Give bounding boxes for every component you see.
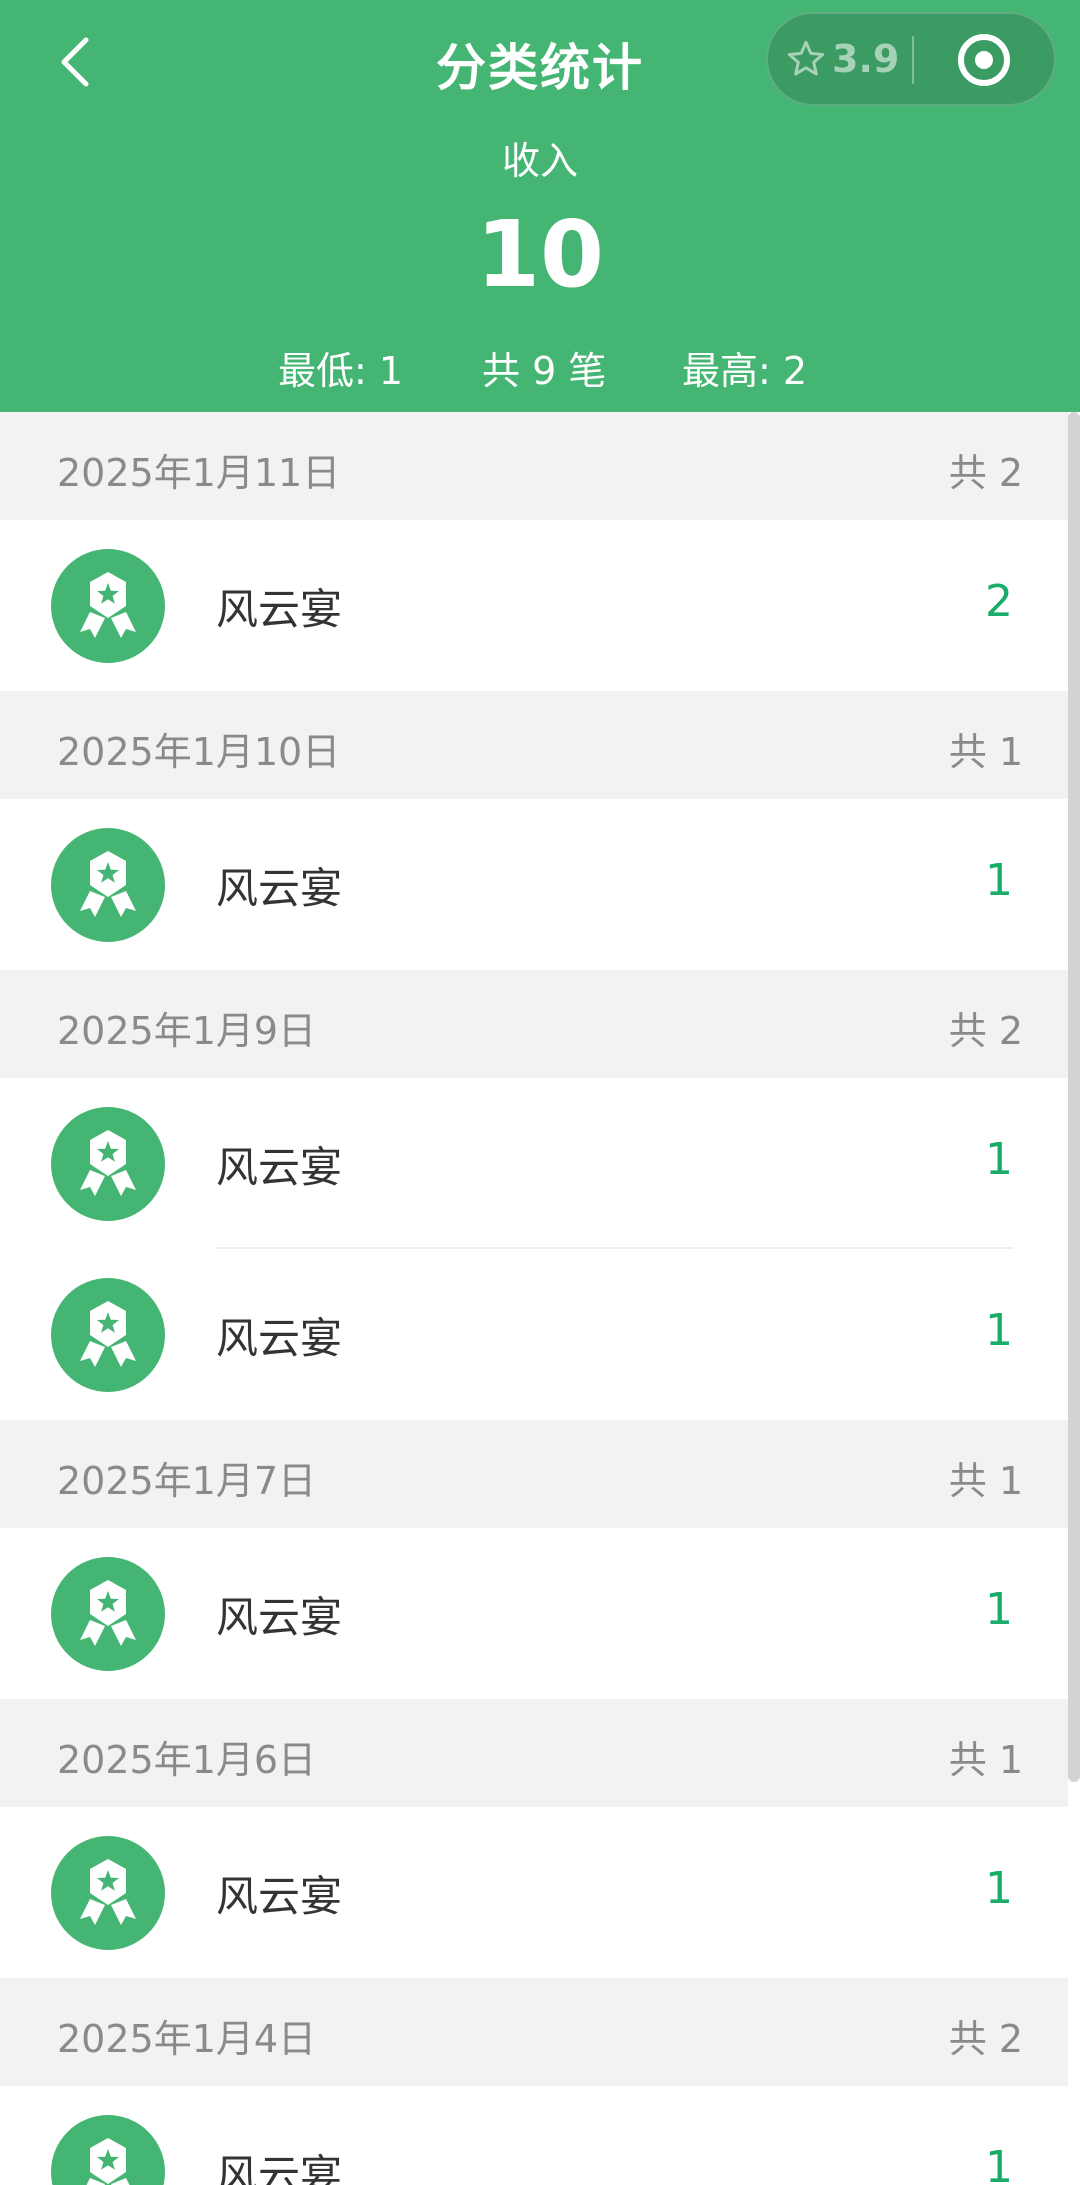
list-item[interactable]: 风云宴 1 (0, 1249, 1068, 1420)
scrollbar[interactable] (1068, 412, 1080, 1782)
date-group-header: 2025年1月6日 共 1 (0, 1699, 1068, 1807)
record-list: 2025年1月11日 共 2 风云宴 2 2025年1月10日 共 1 风云宴 … (0, 412, 1068, 2185)
award-ribbon-icon (80, 1580, 136, 1646)
header: 分类统计 3.9 收入 10 最低: 1 共 9 笔 最高: 2 (0, 0, 1080, 412)
list-item[interactable]: 风云宴 1 (0, 2086, 1068, 2185)
category-avatar (51, 1107, 165, 1221)
item-amount: 1 (985, 1134, 1013, 1185)
stat-min: 最低: 1 (278, 349, 404, 393)
item-amount: 2 (985, 576, 1013, 627)
award-ribbon-icon (80, 572, 136, 638)
item-amount: 1 (985, 1584, 1013, 1635)
item-name: 风云宴 (216, 1143, 343, 1192)
list-item[interactable]: 风云宴 1 (0, 1807, 1068, 1978)
list-item[interactable]: 风云宴 2 (0, 520, 1068, 691)
capsule-divider (912, 36, 914, 84)
award-ribbon-icon (80, 1859, 136, 1925)
category-avatar (51, 1278, 165, 1392)
list-item[interactable]: 风云宴 1 (0, 1528, 1068, 1699)
award-ribbon-icon (80, 1301, 136, 1367)
award-ribbon-icon (80, 851, 136, 917)
item-amount: 1 (985, 1305, 1013, 1356)
category-avatar (51, 828, 165, 942)
group-sum: 共 2 (948, 2017, 1023, 2061)
group-sum: 共 1 (948, 730, 1023, 774)
item-name: 风云宴 (216, 1872, 343, 1921)
list-item[interactable]: 风云宴 1 (0, 1078, 1068, 1249)
item-name: 风云宴 (216, 585, 343, 634)
item-amount: 1 (985, 855, 1013, 906)
group-sum: 共 1 (948, 1459, 1023, 1503)
date-group-header: 2025年1月9日 共 2 (0, 970, 1068, 1078)
category-avatar (51, 2115, 165, 2185)
income-total: 10 (475, 201, 605, 308)
date-group-header: 2025年1月7日 共 1 (0, 1420, 1068, 1528)
group-date: 2025年1月7日 (57, 1459, 317, 1503)
group-date: 2025年1月10日 (57, 730, 341, 774)
award-ribbon-icon (86, 2138, 130, 2185)
item-amount: 1 (985, 2142, 1013, 2185)
target-icon (958, 34, 1010, 86)
item-name: 风云宴 (216, 2151, 343, 2185)
award-ribbon-icon (80, 1130, 136, 1196)
group-sum: 共 2 (948, 451, 1023, 495)
item-amount: 1 (985, 1863, 1013, 1914)
app-screen: 分类统计 3.9 收入 10 最低: 1 共 9 笔 最高: 2 2025年1月… (0, 0, 1080, 2185)
rating-button[interactable]: 3.9 (786, 14, 899, 104)
category-avatar (51, 1836, 165, 1950)
item-name: 风云宴 (216, 864, 343, 913)
item-name: 风云宴 (216, 1314, 343, 1363)
mini-program-capsule: 3.9 (766, 12, 1056, 106)
income-label: 收入 (501, 139, 578, 183)
date-group-header: 2025年1月10日 共 1 (0, 691, 1068, 799)
group-sum: 共 2 (948, 1009, 1023, 1053)
target-button[interactable] (954, 30, 1014, 90)
group-date: 2025年1月4日 (57, 2017, 317, 2061)
group-sum: 共 1 (948, 1738, 1023, 1782)
rating-value: 3.9 (832, 37, 900, 81)
group-date: 2025年1月9日 (57, 1009, 317, 1053)
star-outline-icon (787, 40, 825, 76)
stats-row: 最低: 1 共 9 笔 最高: 2 (0, 340, 1080, 393)
date-group-header: 2025年1月11日 共 2 (0, 412, 1068, 520)
stat-max: 最高: 2 (682, 349, 808, 393)
group-date: 2025年1月6日 (57, 1738, 317, 1782)
stat-count: 共 9 笔 (482, 349, 607, 393)
list-item[interactable]: 风云宴 1 (0, 799, 1068, 970)
item-name: 风云宴 (216, 1593, 343, 1642)
group-date: 2025年1月11日 (57, 451, 341, 495)
category-avatar (51, 1557, 165, 1671)
category-avatar (51, 549, 165, 663)
date-group-header: 2025年1月4日 共 2 (0, 1978, 1068, 2086)
